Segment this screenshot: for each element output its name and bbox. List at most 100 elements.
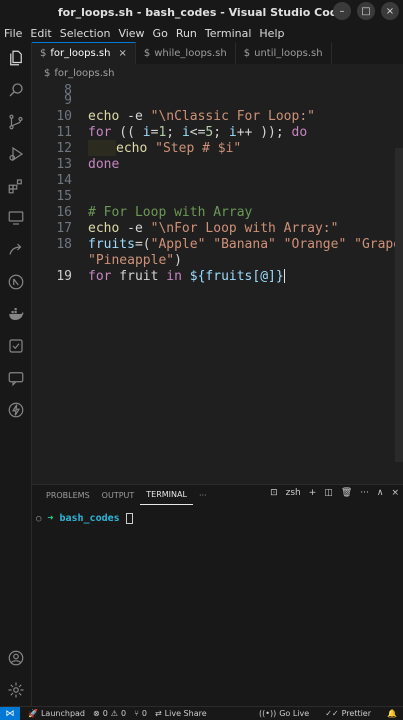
menu-file[interactable]: File bbox=[4, 27, 22, 40]
extensions-icon[interactable] bbox=[6, 176, 26, 196]
code-token: (( bbox=[111, 124, 143, 140]
menu-help[interactable]: Help bbox=[259, 27, 284, 40]
code-editor[interactable]: 8 9 10 echo -e "\nClassic For Loop:" 11 … bbox=[32, 82, 403, 484]
prettier-status[interactable]: ✓✓ Prettier bbox=[325, 709, 371, 718]
prettier-label: Prettier bbox=[341, 709, 372, 718]
maximize-panel-icon[interactable]: ∧ bbox=[377, 488, 384, 498]
code-token: <= bbox=[189, 124, 206, 140]
panel-actions: ⊡ zsh + ◫ 🗑 ··· ∧ × bbox=[270, 488, 399, 498]
launchpad-label: Launchpad bbox=[40, 709, 85, 718]
code-token: -e bbox=[119, 108, 151, 124]
terminal-prompt[interactable]: ○ ➜ bash_codes bbox=[36, 513, 133, 524]
tab-for-loops[interactable]: $ for_loops.sh × bbox=[32, 42, 136, 64]
code-token: done bbox=[88, 156, 120, 172]
rocket-icon: 🚀 bbox=[28, 709, 38, 718]
editor-tabs: $ for_loops.sh × $ while_loops.sh $ unti… bbox=[32, 42, 403, 64]
menu-view[interactable]: View bbox=[118, 27, 144, 40]
error-icon: ⊗ bbox=[93, 709, 100, 718]
code-token: "Apple" "Banana" "Orange" "Grape" bbox=[150, 236, 403, 252]
tab-terminal[interactable]: TERMINAL bbox=[140, 485, 193, 505]
explorer-icon[interactable] bbox=[6, 48, 26, 68]
menu-terminal[interactable]: Terminal bbox=[205, 27, 252, 40]
shell-file-icon: $ bbox=[143, 47, 151, 59]
code-line: 16 # For Loop with Array bbox=[32, 204, 392, 220]
comments-icon[interactable] bbox=[6, 368, 26, 388]
source-control-icon[interactable] bbox=[6, 112, 26, 132]
code-line-wrap: "Pineapple") bbox=[32, 252, 392, 268]
code-token: =( bbox=[134, 236, 151, 252]
code-token: echo bbox=[88, 108, 120, 124]
breadcrumb-file[interactable]: for_loops.sh bbox=[54, 68, 114, 79]
split-terminal-icon[interactable]: ◫ bbox=[324, 488, 333, 498]
prompt-status-dot: ○ bbox=[36, 513, 42, 524]
tab-while-loops[interactable]: $ while_loops.sh bbox=[136, 42, 236, 64]
search-icon[interactable] bbox=[6, 80, 26, 100]
line-number: 16 bbox=[56, 204, 72, 220]
terminal-cursor bbox=[125, 513, 133, 524]
launchpad-status[interactable]: 🚀 Launchpad bbox=[28, 709, 85, 718]
code-token: do bbox=[291, 124, 308, 140]
menu-selection[interactable]: Selection bbox=[60, 27, 111, 40]
menu-run[interactable]: Run bbox=[176, 27, 197, 40]
live-share-icon: ⇄ bbox=[154, 709, 162, 718]
ports-count: 0 bbox=[141, 709, 147, 718]
go-live-label: Go Live bbox=[279, 709, 310, 718]
live-share-status[interactable]: ⇄ Live Share bbox=[155, 709, 207, 718]
go-live-status[interactable]: ((•)) Go Live bbox=[259, 709, 309, 718]
activity-bar bbox=[0, 42, 32, 706]
remote-indicator-icon[interactable]: ⋈ bbox=[0, 706, 20, 720]
tab-until-loops[interactable]: $ until_loops.sh bbox=[236, 42, 332, 64]
close-window-button[interactable]: × bbox=[381, 2, 399, 20]
code-token: for bbox=[88, 124, 112, 140]
code-token: i bbox=[181, 124, 190, 140]
notifications-icon[interactable]: 🔔 bbox=[387, 709, 397, 718]
code-token: "Step # $i" bbox=[147, 140, 242, 156]
code-token: ) bbox=[174, 252, 182, 268]
github-icon[interactable] bbox=[6, 272, 26, 292]
minimize-button[interactable]: – bbox=[333, 2, 351, 20]
thunder-client-icon[interactable] bbox=[6, 400, 26, 420]
code-token: ; bbox=[166, 124, 182, 140]
status-bar: ⋈ 🚀 Launchpad ⊗ 0 ⚠ 0 ⑂ 0 ⇄ Live Share (… bbox=[0, 706, 403, 720]
testing-icon[interactable] bbox=[6, 336, 26, 356]
remote-explorer-icon[interactable] bbox=[6, 208, 26, 228]
shell-file-icon: $ bbox=[44, 67, 51, 79]
line-number: 19 bbox=[56, 268, 72, 284]
shell-file-icon: $ bbox=[40, 48, 47, 59]
code-line: 14 bbox=[32, 172, 392, 188]
docker-icon[interactable] bbox=[6, 304, 26, 324]
settings-gear-icon[interactable] bbox=[6, 680, 26, 700]
tab-output[interactable]: OUTPUT bbox=[96, 485, 141, 505]
code-token: "Pineapple" bbox=[88, 252, 175, 268]
ports-status[interactable]: ⑂ 0 bbox=[134, 709, 147, 718]
tab-problems[interactable]: PROBLEMS bbox=[40, 485, 96, 505]
close-tab-icon[interactable]: × bbox=[118, 48, 126, 59]
problems-status[interactable]: ⊗ 0 ⚠ 0 bbox=[93, 709, 126, 718]
breadcrumb[interactable]: $ for_loops.sh bbox=[32, 64, 403, 82]
close-panel-icon[interactable]: × bbox=[391, 488, 399, 498]
menu-go[interactable]: Go bbox=[153, 27, 168, 40]
more-tabs-button[interactable]: ··· bbox=[193, 485, 213, 505]
account-icon[interactable] bbox=[6, 648, 26, 668]
broadcast-icon: ((•)) bbox=[259, 709, 277, 718]
ports-icon: ⑂ bbox=[134, 709, 139, 718]
new-terminal-icon[interactable]: + bbox=[309, 488, 317, 498]
terminal-shell-label[interactable]: zsh bbox=[286, 488, 301, 498]
code-token: in bbox=[166, 268, 182, 284]
code-token: i bbox=[228, 124, 237, 140]
menu-edit[interactable]: Edit bbox=[30, 27, 51, 40]
code-line: 12 echo "Step # $i" bbox=[32, 140, 392, 156]
code-token: ; bbox=[213, 124, 229, 140]
editor-scrollbar[interactable] bbox=[395, 148, 403, 462]
kill-terminal-icon[interactable]: 🗑 bbox=[341, 488, 352, 498]
code-line: 19 for fruit in ${fruits[@]} bbox=[32, 268, 392, 284]
terminal-shell-icon: ⊡ bbox=[270, 488, 278, 498]
more-actions-icon[interactable]: ··· bbox=[360, 488, 369, 498]
maximize-button[interactable]: □ bbox=[357, 2, 375, 20]
code-token: i bbox=[142, 124, 151, 140]
live-share-icon[interactable] bbox=[6, 240, 26, 260]
code-line: 11 for (( i=1; i<=5; i++ )); do bbox=[32, 124, 392, 140]
tab-label: for_loops.sh bbox=[50, 48, 111, 59]
status-right: ((•)) Go Live ✓✓ Prettier 🔔 bbox=[251, 709, 403, 718]
run-debug-icon[interactable] bbox=[6, 144, 26, 164]
